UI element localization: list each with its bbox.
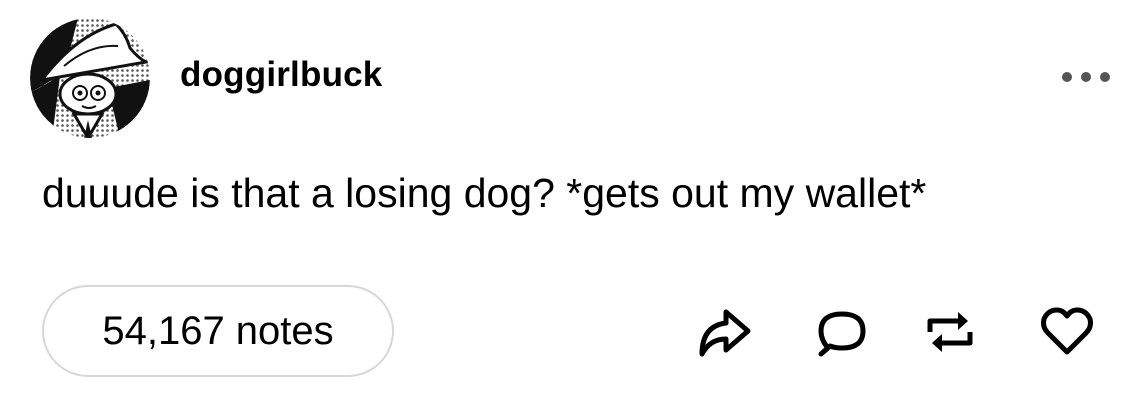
speech-bubble-icon[interactable] xyxy=(814,304,870,360)
share-arrow-icon[interactable] xyxy=(696,304,752,360)
avatar[interactable] xyxy=(30,18,150,138)
heart-icon[interactable] xyxy=(1039,304,1095,360)
notes-count: 54,167 notes xyxy=(102,308,334,353)
reblog-icon[interactable] xyxy=(922,304,978,360)
avatar-image xyxy=(30,18,150,138)
more-options-icon[interactable] xyxy=(1058,64,1114,90)
notes-button[interactable]: 54,167 notes xyxy=(42,285,394,377)
username[interactable]: doggirlbuck xyxy=(180,52,382,98)
post-text: duuude is that a losing dog? *gets out m… xyxy=(42,170,927,216)
